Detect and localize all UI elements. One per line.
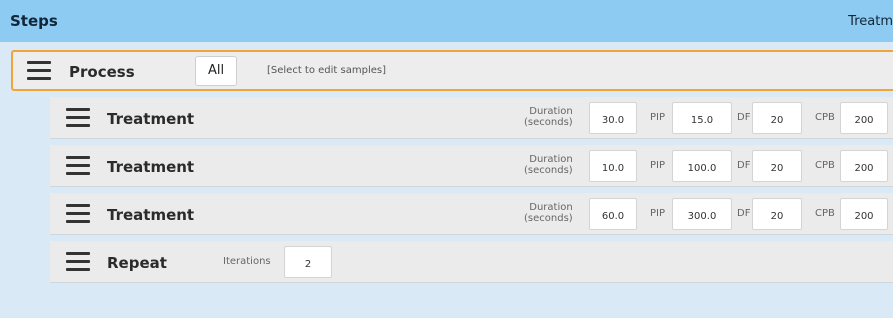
pip-label: PIP [650, 208, 666, 219]
df-input[interactable]: 20 [752, 198, 802, 230]
iterations-input[interactable]: 2 [284, 246, 332, 278]
drag-handle-icon[interactable] [66, 204, 90, 223]
select-samples-hint[interactable]: [Select to edit samples] [267, 65, 386, 76]
duration-input[interactable]: 60.0 [589, 198, 637, 230]
drag-handle-icon[interactable] [27, 61, 51, 80]
duration-label: Duration (seconds) [524, 154, 573, 176]
pip-input[interactable]: 300.0 [672, 198, 732, 230]
treatment-step-row[interactable]: Treatment Duration (seconds) 60.0 PIP 30… [50, 193, 893, 235]
cpb-label: CPB [815, 208, 835, 219]
drag-handle-icon[interactable] [66, 108, 90, 127]
iterations-label: Iterations [223, 256, 271, 267]
steps-header: Steps Treatm [0, 0, 893, 42]
treatment-step-row[interactable]: Treatment Duration (seconds) 30.0 PIP 15… [50, 97, 893, 139]
duration-label: Duration (seconds) [524, 106, 573, 128]
process-label: Process [69, 63, 135, 81]
pip-input[interactable]: 15.0 [672, 102, 732, 134]
drag-handle-icon[interactable] [66, 156, 90, 175]
df-input[interactable]: 20 [752, 150, 802, 182]
cpb-label: CPB [815, 112, 835, 123]
cpb-input[interactable]: 200 [840, 198, 888, 230]
df-label: DF [737, 112, 751, 123]
duration-input[interactable]: 10.0 [589, 150, 637, 182]
cpb-input[interactable]: 200 [840, 150, 888, 182]
treatment-label: Treatment [107, 158, 195, 176]
treatment-label: Treatment [107, 110, 195, 128]
steps-title: Steps [10, 12, 58, 30]
treatment-step-row[interactable]: Treatment Duration (seconds) 10.0 PIP 10… [50, 145, 893, 187]
process-step-row[interactable]: Process All [Select to edit samples] [11, 50, 893, 91]
samples-all-button[interactable]: All [195, 56, 237, 86]
cpb-input[interactable]: 200 [840, 102, 888, 134]
pip-label: PIP [650, 160, 666, 171]
pip-input[interactable]: 100.0 [672, 150, 732, 182]
pip-label: PIP [650, 112, 666, 123]
duration-input[interactable]: 30.0 [589, 102, 637, 134]
repeat-step-row[interactable]: Repeat Iterations 2 [50, 241, 893, 283]
repeat-label: Repeat [107, 254, 167, 272]
treatment-label: Treatment [107, 206, 195, 224]
duration-label: Duration (seconds) [524, 202, 573, 224]
df-label: DF [737, 160, 751, 171]
cpb-label: CPB [815, 160, 835, 171]
df-input[interactable]: 20 [752, 102, 802, 134]
header-right-label: Treatm [848, 14, 893, 29]
drag-handle-icon[interactable] [66, 252, 90, 271]
df-label: DF [737, 208, 751, 219]
